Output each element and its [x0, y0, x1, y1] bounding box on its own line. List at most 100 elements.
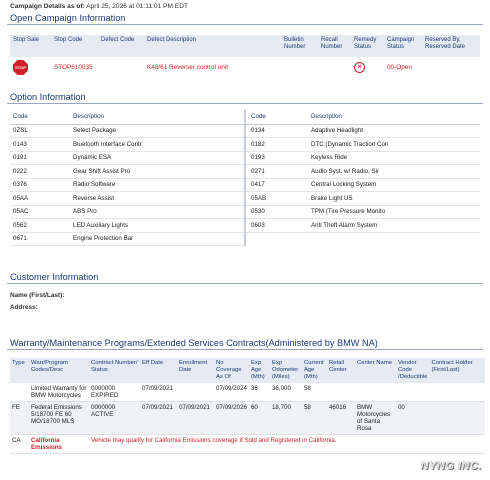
- customer-address-label: Address:: [10, 304, 38, 311]
- col-type: Type: [12, 360, 25, 366]
- recall-number-cell: [318, 57, 351, 78]
- option-row: 0222 Gear Shift Assist Pro: [10, 164, 244, 179]
- option-row: 0562 LED Auxiliary Lights: [10, 218, 244, 233]
- option-description: DTC (Dynamic Traction Con: [306, 137, 480, 152]
- bulletin-number-cell: [281, 57, 318, 78]
- customer-name-label: Name (First/Last):: [10, 292, 65, 299]
- campaign-row: STOP STOP610035 K48/61 Reverser control …: [10, 57, 480, 78]
- stop-sale-cell: STOP: [10, 57, 51, 78]
- col-code: Code: [10, 110, 70, 125]
- options-right-column: Code Description 0134 Adaptive Headlight 0…: [244, 110, 480, 246]
- option-row: 05AA Reverse Assist: [10, 191, 244, 206]
- col-vendor: Vendor Code /Deductible: [397, 360, 428, 380]
- timestamp-label: Campaign Details as of:: [10, 3, 85, 10]
- option-description: Reverse Assist: [70, 191, 244, 206]
- col-recall-number: Recall Number: [321, 37, 343, 50]
- option-code: 0562: [10, 218, 70, 233]
- col-stop-sale: Stop Sale: [13, 37, 40, 43]
- warranty-cell-contract: 0000000 ACTIVE: [89, 401, 140, 435]
- option-row: 0603 Anti Theft Alarm System: [246, 218, 480, 233]
- option-row: 0134 Adaptive Headlight: [246, 124, 480, 138]
- defect-code-cell: [98, 57, 144, 78]
- option-description: Brake Light US: [306, 191, 480, 206]
- option-description: Gear Shift Assist Pro: [70, 164, 244, 179]
- california-emissions-message: Vehicle may qualify for California Emiss…: [89, 434, 485, 454]
- option-code: 0671: [10, 232, 70, 246]
- warranty-cell-holder: [429, 401, 485, 435]
- option-code: 0191: [10, 151, 70, 165]
- warranty-cell-curage: 58: [301, 383, 327, 402]
- warranty-cell-vendor: [395, 383, 430, 402]
- x-circle-icon: ✕: [354, 62, 365, 73]
- col-defect-code: Defect Code: [101, 37, 135, 43]
- col-code: Code: [246, 110, 306, 125]
- warranty-table-header: Type Warr/Program Codes/Desc Contract Nu…: [10, 358, 485, 383]
- col-bulletin-number: Bulletin Number: [284, 37, 306, 50]
- campaign-section-title: Open Campaign Information: [7, 13, 483, 25]
- warranty-cell-retail: 46016: [326, 401, 355, 435]
- option-row: 05AC ABS Pro: [10, 205, 244, 219]
- option-description: Audio Syst. w/ Radio, Sir: [306, 164, 480, 179]
- col-remedy-status: Remedy Status: [354, 37, 377, 50]
- warranty-cell-type: CA: [10, 434, 29, 454]
- col-defect-description: Defect Description: [147, 37, 197, 43]
- warranty-cell-contract: 0000000 EXPIRED: [89, 383, 140, 402]
- warranty-section-title: Warranty/Maintenance Programs/Extended S…: [7, 338, 483, 350]
- option-row: 05AB Brake Light US: [246, 191, 480, 206]
- warranty-cell-eff: 07/09/2021: [140, 383, 177, 402]
- warranty-cell-type: [10, 383, 29, 402]
- col-contract: Contract Number/ Status: [91, 360, 138, 373]
- col-description: Description: [70, 110, 244, 125]
- campaign-table-header: Stop Sale Stop Code Defect Code Defect D…: [10, 35, 480, 57]
- option-row: 0193 Keyless Ride: [246, 151, 480, 165]
- warranty-row: FE Federal Emissions 5/18700 FE 60 MO/187…: [10, 401, 485, 435]
- timestamp-value: April 25, 2026 at 01:11:01 PM EDT: [86, 3, 188, 10]
- option-code: 0143: [10, 137, 70, 152]
- option-description: ABS Pro: [70, 205, 244, 219]
- col-center: Center Name: [356, 360, 392, 366]
- option-description: Bluetooth Interface Contr: [70, 137, 244, 152]
- option-code: 0530: [246, 205, 306, 219]
- col-stop-code: Stop Code: [54, 37, 83, 43]
- warranty-cell-enroll: [177, 383, 214, 402]
- warranty-cell-curage: 58: [301, 401, 327, 435]
- option-row: 0417 Central Locking System: [246, 178, 480, 192]
- warranty-cell-eff: 07/09/2021: [140, 401, 177, 435]
- warranty-cell-type: FE: [10, 401, 29, 435]
- option-description: TPM (Tire Pressure Monito: [306, 205, 480, 219]
- col-description: Description: [306, 110, 480, 125]
- warranty-row-ca: CA California Emissions Vehicle may qualif…: [10, 434, 485, 454]
- option-code: 05AA: [10, 191, 70, 206]
- warranty-cell-expage: 36: [248, 383, 270, 402]
- option-description: Engine Protection Bar: [70, 232, 244, 246]
- col-exp-age: Exp Age (Mth): [250, 360, 265, 380]
- warranty-cell-nocov: 07/09/2024: [214, 383, 249, 402]
- col-eff-date: Eff Date: [142, 360, 164, 366]
- col-campaign-status: Campaign Status: [387, 37, 415, 50]
- option-code: 0376: [10, 178, 70, 192]
- campaign-status-cell: 00-Open: [387, 64, 412, 71]
- col-cur-age: Current Age (Mth): [303, 360, 324, 380]
- option-row: 0143 Bluetooth Interface Contr: [10, 137, 244, 152]
- option-code: 0182: [246, 137, 306, 152]
- option-code: 0ZSL: [10, 124, 70, 138]
- col-holder: Contract Holder (First/Last): [431, 360, 473, 373]
- col-codes: Warr/Program Codes/Desc: [31, 360, 68, 373]
- option-row: 0182 DTC (Dynamic Traction Con: [246, 137, 480, 152]
- col-enroll-date: Enrollment Date: [179, 360, 208, 373]
- options-left-column: Code Description 0ZSL Select Package 0143 B…: [10, 110, 244, 246]
- warranty-cell-codes: Limited Warranty for BMW Motorcycles: [29, 383, 89, 402]
- option-description: LED Auxiliary Lights: [70, 218, 244, 233]
- customer-section-title: Customer Information: [7, 272, 483, 284]
- options-section-title: Option Information: [7, 92, 483, 104]
- option-code: 0603: [246, 218, 306, 233]
- options-left-header: Code Description: [10, 110, 244, 125]
- option-code: 0271: [246, 164, 306, 179]
- col-nocov: No Coverage As Of: [216, 360, 242, 380]
- warranty-row: Limited Warranty for BMW Motorcycles 0000…: [10, 383, 485, 402]
- col-exp-odo: Exp Odometer (Miles): [271, 360, 299, 380]
- option-description: Select Package: [70, 124, 244, 138]
- col-reserved: Reserved By, Reserved Date: [425, 37, 466, 50]
- warranty-cell-expodo: 36,000: [269, 383, 302, 402]
- option-row: 0376 Radio Software: [10, 178, 244, 192]
